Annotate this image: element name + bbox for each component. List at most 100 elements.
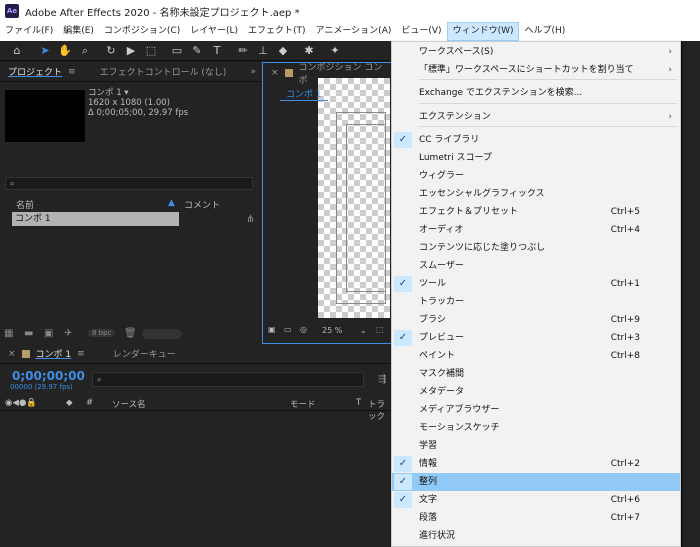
menu-separator [419,103,677,104]
menu-item[interactable]: 段落 Ctrl+7 [392,509,680,527]
rotation-tool-icon[interactable]: ↻ [104,44,118,58]
trash-icon[interactable]: 🗑 [124,328,137,339]
menu-item[interactable]: ✓ 整列 [392,473,680,491]
menu-item[interactable]: ブラシ Ctrl+9 [392,311,680,329]
menu-item-label: ブラシ [419,315,446,325]
menu-item[interactable]: トラッカー [392,293,680,311]
interpret-footage-icon[interactable]: ▦ [4,328,13,339]
rectangle-tool-icon[interactable]: ▭ [170,44,184,58]
menu-file[interactable]: ファイル(F) [0,22,58,41]
bpc-button[interactable]: 8 bpc [88,329,116,337]
menu-item[interactable]: メタデータ [392,383,680,401]
column-t: T [356,398,362,408]
timeline-search-input[interactable]: ⌕ [92,372,364,387]
flag-icon[interactable]: ✈ [64,328,72,339]
flowchart-icon[interactable]: ⋔ [246,214,254,225]
menu-item-label: CC ライブラリ [419,135,480,145]
folder-icon[interactable]: ▬ [24,328,33,339]
menu-item[interactable]: メディアブラウザー [392,401,680,419]
menu-composition[interactable]: コンポジション(C) [99,22,185,41]
home-icon[interactable]: ⌂ [10,44,24,58]
eraser-tool-icon[interactable]: ◆ [276,44,290,58]
menu-item[interactable]: オーディオ Ctrl+4 [392,221,680,239]
action-safe-guide [346,124,386,292]
menu-animation[interactable]: アニメーション(A) [311,22,397,41]
menu-item[interactable]: ✓ ツール Ctrl+1 [392,275,680,293]
menu-item[interactable]: ✓ 情報 Ctrl+2 [392,455,680,473]
menu-item[interactable]: 進行状況 [392,527,680,545]
menu-layer[interactable]: レイヤー(L) [185,22,243,41]
menu-effect[interactable]: エフェクト(T) [243,22,311,41]
comp-resolution: 1620 x 1080 (1.00) [88,98,170,108]
thumbnail-slider[interactable] [142,329,182,339]
hand-tool-icon[interactable]: ✋ [58,44,72,58]
project-row[interactable]: コンポ 1 [12,212,179,226]
tab-effect-controls[interactable]: エフェクトコントロール (なし) [100,65,227,78]
menu-item[interactable]: エッセンシャルグラフィックス [392,185,680,203]
close-icon[interactable]: × [271,68,279,78]
menu-item[interactable]: スムーザー [392,257,680,275]
pen-tool-icon[interactable]: ✎ [190,44,204,58]
composition-canvas[interactable] [318,78,390,318]
new-comp-icon[interactable]: ▣ [44,328,53,339]
menu-item[interactable]: モーションスケッチ [392,419,680,437]
zoom-tool-icon[interactable]: ⌕ [78,44,92,58]
panel-menu-icon[interactable]: ≡ [77,349,85,359]
close-icon[interactable]: × [8,349,16,359]
zoom-dropdown[interactable]: 25 % [322,326,342,335]
menu-item-shortcut: Ctrl+8 [610,351,640,361]
comp-breadcrumb[interactable]: コンポ 1 [280,87,328,101]
menu-item[interactable]: ウィグラー [392,167,680,185]
selection-tool-icon[interactable]: ➤ [38,44,52,58]
clone-stamp-tool-icon[interactable]: ⊥ [256,44,270,58]
chevron-down-icon[interactable]: ⌄ [360,326,367,335]
puppet-pin-tool-icon[interactable]: ✦ [328,44,342,58]
column-track-matte[interactable]: トラック [368,398,392,422]
menu-item[interactable]: Exchange でエクステンションを検索... [392,84,680,102]
right-panel-edge [681,41,700,547]
column-mode[interactable]: モード [290,398,316,410]
menu-item[interactable]: ワークスペース(S) › [392,43,680,61]
brush-tool-icon[interactable]: ✏ [236,44,250,58]
menu-item[interactable]: エクステンション › [392,108,680,126]
sort-arrow-icon[interactable]: ▲ [168,198,175,208]
roto-brush-tool-icon[interactable]: ✱ [302,44,316,58]
pan-behind-tool-icon[interactable]: ⬚ [144,44,158,58]
tab-timeline-comp[interactable]: コンポ 1 [36,347,72,360]
column-source-name[interactable]: ソース名 [112,398,146,410]
menu-window[interactable]: ウィンドウ(W) [446,22,520,41]
column-name[interactable]: 名前 [16,198,34,211]
checkmark-icon: ✓ [394,132,412,148]
menu-item-label: メディアブラウザー [419,405,500,415]
camera-tool-icon[interactable]: ▶ [124,44,138,58]
panel-menu-icon[interactable]: ≡ [68,67,76,77]
menu-edit[interactable]: 編集(E) [58,22,99,41]
comp-name-label[interactable]: コンポ 1 ▾ [88,88,188,98]
region-of-interest-icon[interactable]: ⬚ [376,325,384,334]
menu-item[interactable]: 学習 [392,437,680,455]
menu-view[interactable]: ビュー(V) [396,22,446,41]
menu-item[interactable]: マスク補間 [392,365,680,383]
comp-mini-flowchart-icon[interactable]: ⇶ [378,374,386,385]
type-tool-icon[interactable]: T [210,44,224,58]
monitor-icon[interactable]: ▭ [284,325,292,334]
menu-item[interactable]: ペイント Ctrl+8 [392,347,680,365]
label-icon[interactable]: ◆ [66,398,73,408]
menu-item[interactable]: ✓ 文字 Ctrl+6 [392,491,680,509]
menu-item[interactable]: ✓ CC ライブラリ [392,131,680,149]
panel-overflow-icon[interactable]: » [250,67,256,77]
menu-help[interactable]: ヘルプ(H) [519,22,570,41]
menu-item[interactable]: 「標準」ワークスペースにショートカットを割り当て › [392,61,680,79]
timecode-display[interactable]: 0;00;00;00 [12,369,85,383]
always-preview-icon[interactable]: ▣ [268,325,276,334]
menu-item[interactable]: エフェクト＆プリセット Ctrl+5 [392,203,680,221]
project-search-input[interactable]: ⌕ [5,177,253,190]
menu-item[interactable]: ✓ プレビュー Ctrl+3 [392,329,680,347]
mask-visibility-icon[interactable]: ◎ [300,325,307,334]
tab-render-queue[interactable]: レンダーキュー [113,347,176,360]
column-comment[interactable]: コメント [184,198,220,211]
menu-item-label: 文字 [419,495,438,505]
menu-item[interactable]: コンテンツに応じた塗りつぶし [392,239,680,257]
tab-project[interactable]: プロジェクト [8,65,62,78]
menu-item[interactable]: Lumetri スコープ [392,149,680,167]
